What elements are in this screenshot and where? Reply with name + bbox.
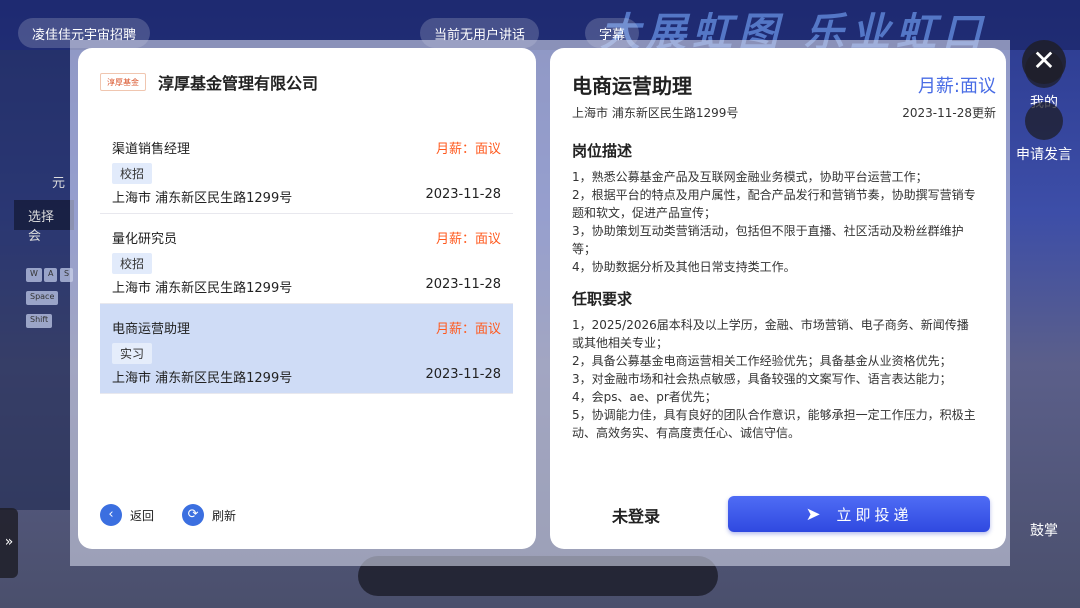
detail-salary: 月薪:面议 [917,76,996,97]
job-salary: 月薪：面议 [435,322,501,337]
request-speak-label: 申请发言 [1016,147,1072,163]
key-w: W [26,268,42,282]
job-date: 2023-11-28 [425,277,501,292]
description-line: 2，根据平台的特点及用户属性，配合产品发行和营销节奏，协助撰写营销专题和软文，促… [572,188,976,220]
job-list: 渠道销售经理 月薪：面议 校招 上海市 浦东新区民生路1299号 2023-11… [100,124,513,394]
back-arrow-icon: ‹ [100,504,122,526]
job-address: 上海市 浦东新区民生路1299号 [112,281,293,296]
send-icon: ➤ [805,503,821,525]
requirement-line: 3，对金融市场和社会热点敏感，具备较强的文案写作、语言表达能力； [572,372,952,386]
clap-label: 鼓掌 [1030,523,1058,539]
clap-button[interactable]: 鼓掌 [1008,520,1080,540]
company-logo: 淳厚基金 [100,73,146,91]
description-line: 3，协助策划互动类营销活动，包括但不限于直播、社区活动及粉丝群维护等； [572,224,964,256]
login-status[interactable]: 未登录 [612,503,660,527]
apply-label: 立即投递 [836,505,913,524]
company-header: 淳厚基金 淳厚基金管理有限公司 [100,70,318,94]
requirements-body: 1，2025/2026届本科及以上学历，金融、市场营销、电子商务、新闻传播或其他… [572,316,980,442]
avatar [572,498,602,528]
job-date: 2023-11-28 [425,187,501,202]
job-list-item[interactable]: 渠道销售经理 月薪：面议 校招 上海市 浦东新区民生路1299号 2023-11… [100,124,513,214]
job-description-body: 1，熟悉公募基金产品及互联网金融业务模式，协助平台运营工作； 2，根据平台的特点… [572,168,980,276]
requirement-line: 4，会ps、ae、pr者优先； [572,390,717,404]
requirement-line: 1，2025/2026届本科及以上学历，金融、市场营销、电子商务、新闻传播或其他… [572,318,969,350]
description-line: 4，协助数据分析及其他日常支持类工作。 [572,260,796,274]
back-button[interactable]: ‹ 返回 [100,504,154,526]
job-type-tag: 实习 [112,343,153,364]
refresh-icon: ⟳ [182,504,205,526]
description-line: 1，熟悉公募基金产品及互联网金融业务模式，协助平台运营工作； [572,170,928,184]
right-toolbar: 我的 申请发言 鼓掌 [1008,50,1080,570]
job-detail-panel: 电商运营助理 月薪:面议 上海市 浦东新区民生路1299号 2023-11-28… [550,48,1006,549]
job-address: 上海市 浦东新区民生路1299号 [112,371,293,386]
job-description-heading: 岗位描述 [572,142,633,160]
key-a: A [44,268,58,282]
left-scene-label: 元 [52,176,66,191]
key-space: Space [26,291,59,305]
job-list-item[interactable]: 量化研究员 月薪：面议 校招 上海市 浦东新区民生路1299号 2023-11-… [100,214,513,304]
back-label: 返回 [130,508,155,523]
microphone-icon [1025,102,1063,140]
requirement-line: 5，协调能力佳，具有良好的团队合作意识，能够承担一定工作压力，积极主动、高效务实… [572,408,976,440]
job-list-item-selected[interactable]: 电商运营助理 月薪：面议 实习 上海市 浦东新区民生路1299号 2023-11… [100,304,513,394]
requirements-heading: 任职要求 [572,290,633,308]
close-icon[interactable]: ✕ [1022,40,1066,84]
job-salary: 月薪：面议 [435,142,501,157]
job-date: 2023-11-28 [425,367,501,382]
key-shift: Shift [26,314,53,328]
refresh-button[interactable]: ⟳ 刷新 [182,504,236,526]
job-type-tag: 校招 [112,163,153,184]
apply-button[interactable]: ➤ 立即投递 [728,496,990,532]
request-speak-button[interactable]: 申请发言 [1008,102,1080,164]
job-list-panel: 淳厚基金 淳厚基金管理有限公司 渠道销售经理 月薪：面议 校招 上海市 浦东新区… [78,48,536,549]
expand-sidebar-icon[interactable]: » [0,508,18,578]
detail-address: 上海市 浦东新区民生路1299号 [572,106,739,120]
job-address: 上海市 浦东新区民生路1299号 [112,191,293,206]
refresh-label: 刷新 [212,508,237,523]
company-name: 淳厚基金管理有限公司 [158,74,319,93]
detail-job-title: 电商运营助理 [572,74,692,98]
detail-updated-date: 2023-11-28更新 [902,106,996,120]
scene-select[interactable]: 选择会 [14,200,74,244]
job-type-tag: 校招 [112,253,153,274]
job-salary: 月薪：面议 [435,232,501,247]
requirement-line: 2，具备公募基金电商运营相关工作经验优先；具备基金从业资格优先； [572,354,952,368]
list-footer: ‹ 返回 ⟳ 刷新 [100,504,264,526]
